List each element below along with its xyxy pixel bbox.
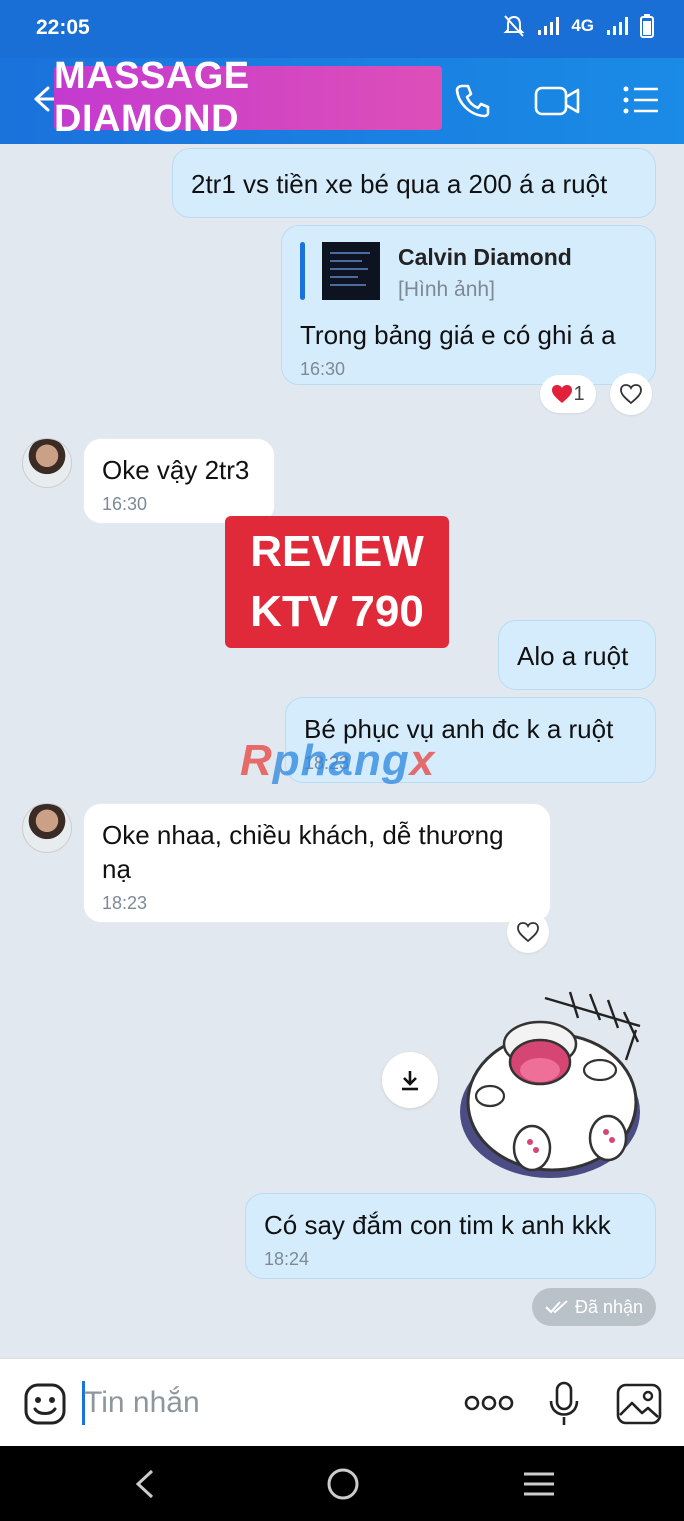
quoted-message[interactable]: Calvin Diamond [Hình ảnh] [300,242,640,304]
message-time: 18:23 [102,893,148,913]
message-composer [0,1358,684,1446]
heart-outline-icon [517,922,539,943]
heart-outline-icon [620,384,642,405]
review-line-1: REVIEW [250,527,424,576]
delivery-status: Đã nhận [532,1288,656,1326]
message-outgoing[interactable]: 2tr1 vs tiền xe bé qua a 200 á a ruột [172,148,656,218]
nav-back-icon[interactable] [132,1468,158,1500]
phone-icon[interactable] [454,82,490,118]
status-bar: 22:05 4G [0,0,684,58]
nav-recent-icon[interactable] [522,1470,556,1498]
message-incoming[interactable]: Oke vậy 2tr3 16:30 [83,438,275,524]
message-outgoing-reply[interactable]: Calvin Diamond [Hình ảnh] Trong bảng giá… [281,225,656,385]
quote-author: Calvin Diamond [398,244,572,270]
battery-icon [640,14,654,38]
double-check-icon [545,1300,568,1314]
video-call-icon[interactable] [534,84,580,118]
nav-home-icon[interactable] [326,1467,360,1501]
delivery-status-label: Đã nhận [574,1296,644,1317]
mic-icon[interactable] [548,1381,580,1427]
system-nav-bar [0,1446,684,1521]
review-line-2: KTV 790 [250,587,424,636]
message-text: Có say đắm con tim k anh kkk [264,1210,611,1240]
chat-messages[interactable]: 2tr1 vs tiền xe bé qua a 200 á a ruột Ca… [0,144,684,1358]
message-outgoing[interactable]: Có say đắm con tim k anh kkk 18:24 [245,1193,656,1279]
download-button[interactable] [382,1052,438,1108]
more-icon[interactable] [464,1395,514,1411]
network-type: 4G [571,16,594,35]
react-button[interactable] [507,911,549,953]
chat-title[interactable]: MASSAGE DIAMOND [54,55,442,140]
message-outgoing[interactable]: Alo a ruột [498,620,656,690]
chat-header: MASSAGE DIAMOND [0,55,684,144]
signal-icon [538,17,560,35]
message-incoming[interactable]: Oke nhaa, chiều khách, dễ thương nạ 18:2… [83,803,551,923]
message-time: 18:24 [264,1249,310,1269]
message-input[interactable] [84,1381,444,1425]
avatar[interactable] [22,438,72,488]
quote-thumbnail [322,242,380,300]
status-time: 22:05 [36,16,90,39]
signal-icon-2 [607,17,628,35]
reaction-number: 1 [573,382,585,405]
watermark-logo: Rphangx [240,736,436,785]
message-text: Oke vậy 2tr3 [102,455,250,485]
avatar[interactable] [22,803,72,853]
message-text: 2tr1 vs tiền xe bé qua a 200 á a ruột [191,169,608,199]
download-icon [402,1071,418,1091]
menu-list-icon[interactable] [622,84,660,116]
heart-icon [552,385,573,403]
message-text: Trong bảng giá e có ghi á a [300,320,616,350]
mute-notification-icon [503,15,525,37]
quote-type: [Hình ảnh] [398,278,495,301]
cat-sticker[interactable] [450,990,650,1184]
message-time: 16:30 [102,494,148,514]
react-button[interactable] [610,373,652,415]
sticker-icon[interactable] [24,1383,66,1425]
image-icon[interactable] [616,1383,662,1425]
message-text: Alo a ruột [517,641,629,671]
reaction-count[interactable]: 1 [540,375,596,413]
message-time: 16:30 [300,359,346,379]
status-icons: 4G [503,14,654,38]
quote-bar [300,242,305,300]
review-banner: REVIEW KTV 790 [225,516,449,648]
message-text: Oke nhaa, chiều khách, dễ thương nạ [102,820,504,884]
